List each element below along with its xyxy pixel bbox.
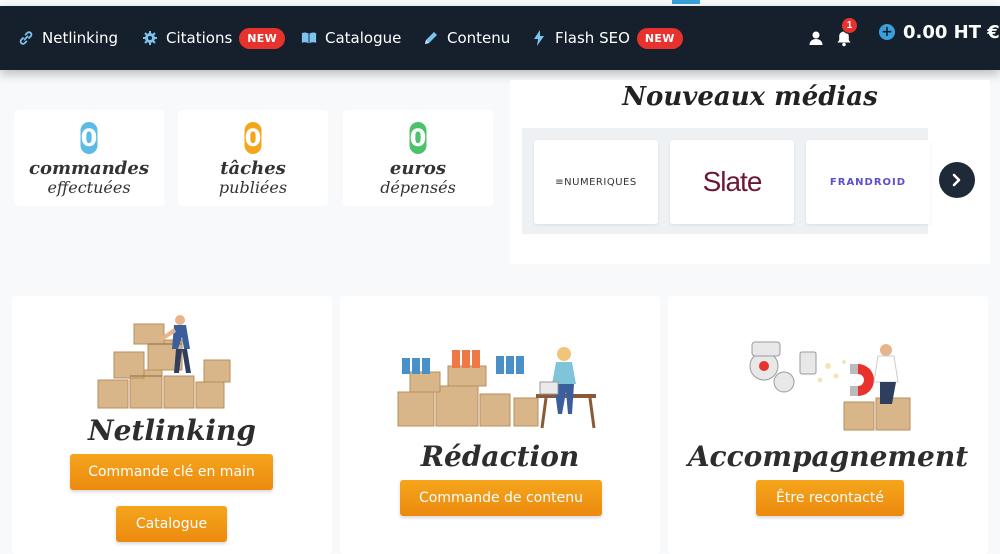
boxes-illustration: [97, 315, 231, 409]
nav-citations[interactable]: Citations NEW: [142, 6, 286, 70]
nav-contenu-label: Contenu: [447, 29, 511, 47]
media-logo-numeriques[interactable]: ≡NUMERIQUES: [534, 140, 658, 224]
new-media-title: Nouveaux médias: [622, 82, 878, 112]
stat-value: 0: [409, 122, 427, 154]
stat-value: 0: [80, 122, 98, 154]
gear-icon: [142, 30, 158, 46]
stat-label: commandes: [29, 158, 149, 179]
user-icon[interactable]: [808, 6, 824, 70]
nav-flash-seo[interactable]: Flash SEO NEW: [531, 6, 683, 70]
plus-circle-icon: +: [879, 24, 895, 40]
new-badge: NEW: [239, 27, 286, 49]
stat-card-tasks: 0 tâches publiées: [178, 110, 328, 206]
stat-label: euros: [389, 158, 447, 179]
nav-catalogue-label: Catalogue: [325, 29, 402, 47]
nav-netlinking-label: Netlinking: [42, 29, 119, 47]
service-title: Rédaction: [420, 440, 580, 473]
catalogue-button[interactable]: Catalogue: [116, 506, 227, 542]
media-logo-label: ≡NUMERIQUES: [555, 176, 637, 188]
stat-sublabel: dépensés: [380, 178, 456, 197]
magnet-illustration: [749, 341, 911, 431]
link-icon: [18, 30, 34, 46]
stat-card-orders: 0 commandes effectuées: [14, 110, 164, 206]
media-logo-frandroid[interactable]: FRANDROID: [806, 140, 930, 224]
carousel-next-button[interactable]: [939, 162, 975, 198]
media-logo-label: FRANDROID: [829, 176, 907, 188]
new-badge: NEW: [636, 27, 683, 49]
writer-illustration: [397, 347, 596, 429]
service-title: Accompagnement: [687, 440, 969, 473]
turnkey-order-button[interactable]: Commande clé en main: [70, 454, 273, 490]
media-logo-slate[interactable]: Slate: [670, 140, 794, 224]
balance-value: 0.00 HT €: [903, 21, 1000, 43]
top-navbar: Netlinking Citations NEW Catalogue Conte…: [0, 6, 1000, 70]
bell-icon[interactable]: [836, 6, 852, 70]
stat-value: 0: [244, 122, 262, 154]
account-balance[interactable]: + 0.00 HT €: [879, 0, 1000, 64]
stat-card-spent: 0 euros dépensés: [343, 110, 493, 206]
request-contact-button[interactable]: Être recontacté: [756, 480, 904, 516]
nav-netlinking[interactable]: Netlinking: [18, 6, 118, 70]
notification-count-badge: 1: [841, 17, 858, 34]
book-icon: [301, 30, 317, 46]
nav-catalogue[interactable]: Catalogue: [301, 6, 401, 70]
service-card-accompagnement: Accompagnement Être recontacté: [668, 296, 988, 554]
service-card-redaction: Rédaction Commande de contenu: [340, 296, 660, 554]
media-logo-label: Slate: [702, 166, 763, 197]
service-card-netlinking: Netlinking Commande clé en main Catalogu…: [12, 296, 332, 554]
nav-flash-seo-label: Flash SEO: [555, 29, 630, 47]
nav-citations-label: Citations: [166, 29, 233, 47]
lightning-icon: [531, 30, 547, 46]
stat-sublabel: effectuées: [47, 178, 131, 197]
stat-sublabel: publiées: [218, 178, 288, 197]
service-title: Netlinking: [88, 414, 256, 447]
stat-label: tâches: [220, 158, 286, 179]
chevron-right-icon: [952, 173, 961, 187]
top-accent-line: [672, 0, 700, 4]
pencil-icon: [423, 30, 439, 46]
nav-contenu[interactable]: Contenu: [423, 6, 510, 70]
content-order-button[interactable]: Commande de contenu: [400, 480, 602, 516]
